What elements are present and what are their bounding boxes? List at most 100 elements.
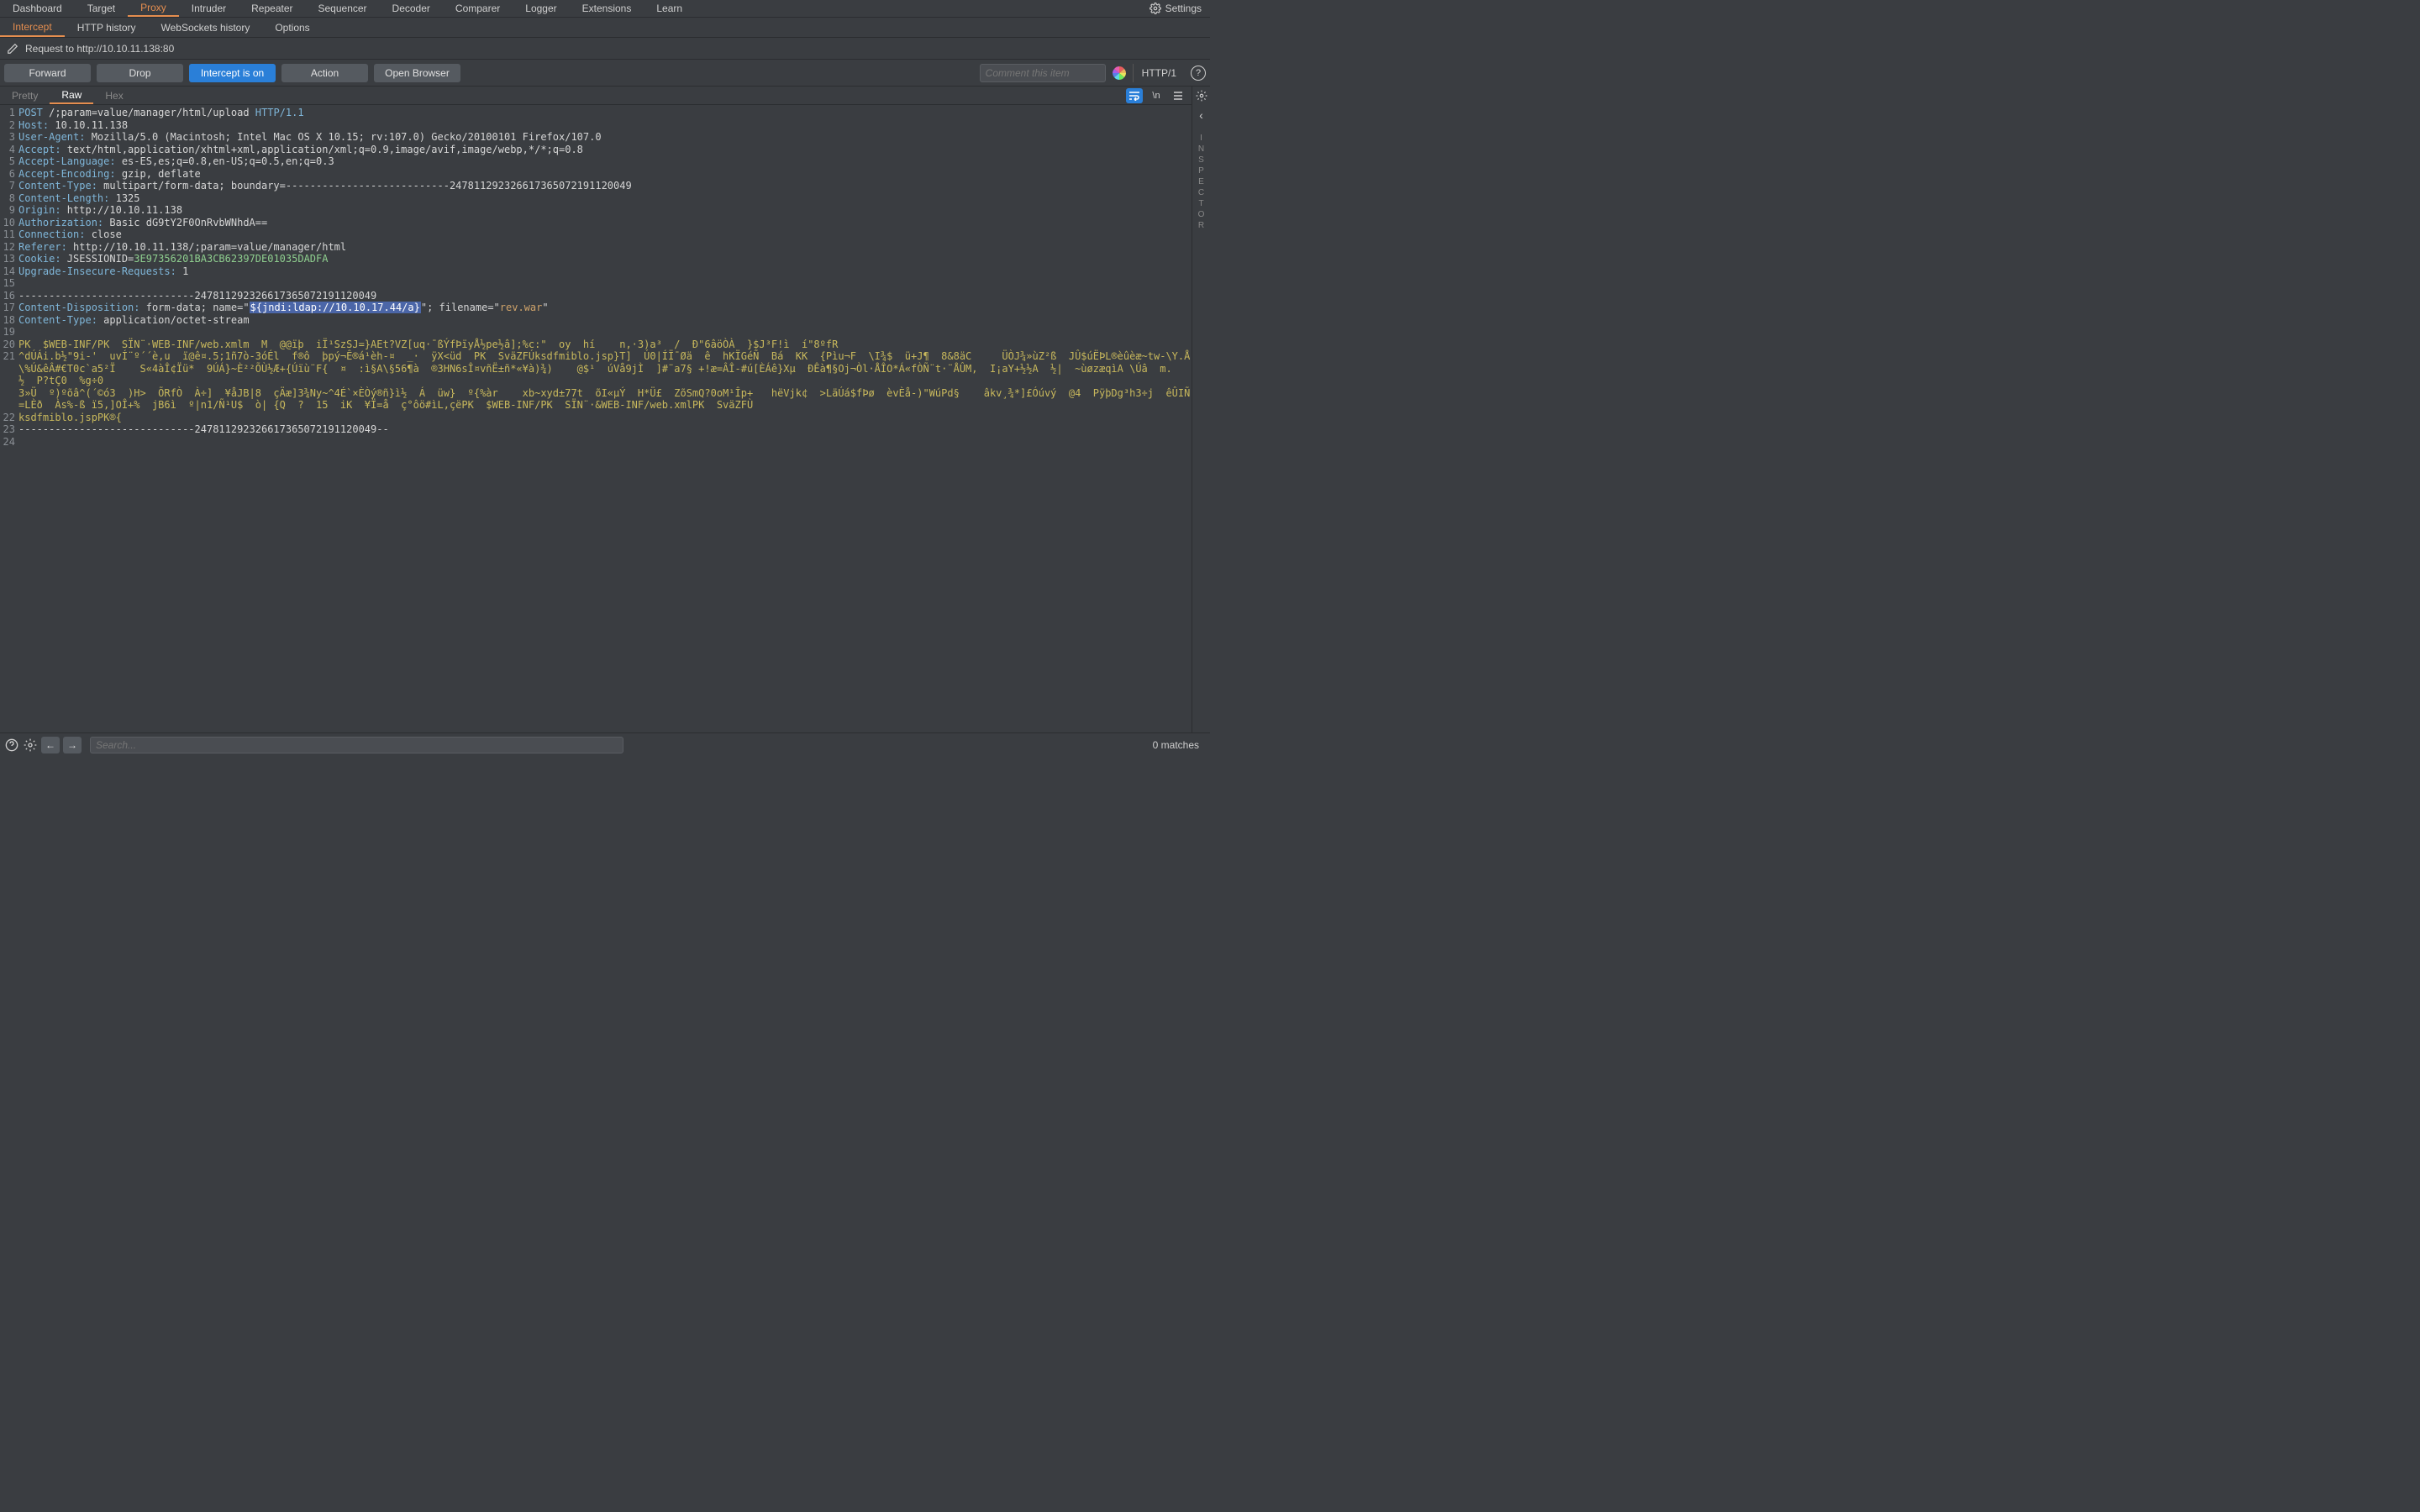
- code-line[interactable]: 7Content-Type: multipart/form-data; boun…: [0, 180, 1192, 192]
- search-input[interactable]: [90, 737, 623, 753]
- comment-input[interactable]: [980, 64, 1106, 82]
- code-line[interactable]: 24: [0, 436, 1192, 449]
- line-content: Connection: close: [18, 228, 1192, 241]
- code-line[interactable]: 6Accept-Encoding: gzip, deflate: [0, 168, 1192, 181]
- main-tab-logger[interactable]: Logger: [513, 0, 569, 17]
- main-tab-decoder[interactable]: Decoder: [380, 0, 443, 17]
- inspector-settings-icon[interactable]: [1196, 90, 1207, 102]
- settings-gear-icon[interactable]: [23, 738, 38, 753]
- main-tab-dashboard[interactable]: Dashboard: [0, 0, 75, 17]
- help-button[interactable]: ?: [1191, 66, 1206, 81]
- code-line[interactable]: 1POST /;param=value/manager/html/upload …: [0, 107, 1192, 119]
- editor-tab-raw[interactable]: Raw: [50, 87, 93, 104]
- code-line[interactable]: 8Content-Length: 1325: [0, 192, 1192, 205]
- code-line[interactable]: 5Accept-Language: es-ES,es;q=0.8,en-US;q…: [0, 155, 1192, 168]
- forward-button[interactable]: Forward: [4, 64, 91, 82]
- code-line[interactable]: 17Content-Disposition: form-data; name="…: [0, 302, 1192, 314]
- bottom-bar: ← → 0 matches: [0, 732, 1210, 756]
- main-tab-repeater[interactable]: Repeater: [239, 0, 305, 17]
- hamburger-menu-icon[interactable]: [1170, 88, 1186, 103]
- settings-button[interactable]: Settings: [1141, 0, 1210, 17]
- line-number: 1: [0, 107, 18, 119]
- line-content: 3»Ü º)ºõâ^(´©ó3 )H> ÕRfÒ À÷] ¥åJB|8 çÄæ]…: [18, 387, 1192, 412]
- code-line[interactable]: 21^dÚÁi.b½"9i-' uvÍ¨º´´è,u ï@ê¤.5;1ñ7ò-3…: [0, 350, 1192, 387]
- code-line[interactable]: 15: [0, 277, 1192, 290]
- sub-tab-websockets-history[interactable]: WebSockets history: [149, 18, 263, 37]
- intercept-toolbar: Forward Drop Intercept is on Action Open…: [0, 60, 1210, 87]
- request-target-label: Request to http://10.10.11.138:80: [25, 43, 174, 55]
- code-line[interactable]: 2Host: 10.10.11.138: [0, 119, 1192, 132]
- settings-label: Settings: [1165, 3, 1202, 14]
- code-line[interactable]: 12Referer: http://10.10.11.138/;param=va…: [0, 241, 1192, 254]
- main-tab-target[interactable]: Target: [75, 0, 128, 17]
- search-next-button[interactable]: →: [63, 737, 82, 753]
- main-tab-sequencer[interactable]: Sequencer: [306, 0, 380, 17]
- code-line[interactable]: 20PK $WEB-INF/PK SÏN¨·WEB-INF/web.xmlm M…: [0, 339, 1192, 351]
- code-line[interactable]: 16-----------------------------247811292…: [0, 290, 1192, 302]
- inspector-sidebar: ‹ INSPECTOR: [1192, 87, 1210, 732]
- editor-tab-hex[interactable]: Hex: [93, 87, 134, 104]
- line-number: 7: [0, 180, 18, 192]
- match-count-label: 0 matches: [1153, 739, 1206, 751]
- line-number: 13: [0, 253, 18, 265]
- wrap-toggle-icon[interactable]: [1126, 88, 1143, 103]
- main-tab-proxy[interactable]: Proxy: [128, 0, 179, 17]
- line-content: PK $WEB-INF/PK SÏN¨·WEB-INF/web.xmlm M @…: [18, 339, 1192, 351]
- code-line[interactable]: 3User-Agent: Mozilla/5.0 (Macintosh; Int…: [0, 131, 1192, 144]
- line-content: Origin: http://10.10.11.138: [18, 204, 1192, 217]
- code-line[interactable]: 23-----------------------------247811292…: [0, 423, 1192, 436]
- code-line[interactable]: 3»Ü º)ºõâ^(´©ó3 )H> ÕRfÒ À÷] ¥åJB|8 çÄæ]…: [0, 387, 1192, 412]
- line-content: [18, 436, 1192, 449]
- code-line[interactable]: 4Accept: text/html,application/xhtml+xml…: [0, 144, 1192, 156]
- code-line[interactable]: 10Authorization: Basic dG9tY2F0OnRvbWNhd…: [0, 217, 1192, 229]
- main-tab-learn[interactable]: Learn: [644, 0, 695, 17]
- code-line[interactable]: 11Connection: close: [0, 228, 1192, 241]
- main-tab-comparer[interactable]: Comparer: [443, 0, 513, 17]
- line-content: [18, 277, 1192, 290]
- code-line[interactable]: 13Cookie: JSESSIONID=3E97356201BA3CB6239…: [0, 253, 1192, 265]
- line-content: ^dÚÁi.b½"9i-' uvÍ¨º´´è,u ï@ê¤.5;1ñ7ò-3óÉ…: [18, 350, 1192, 387]
- inspector-expand-icon[interactable]: ‹: [1199, 108, 1203, 122]
- line-number: [0, 387, 18, 412]
- open-browser-button[interactable]: Open Browser: [374, 64, 460, 82]
- line-content: User-Agent: Mozilla/5.0 (Macintosh; Inte…: [18, 131, 1192, 144]
- line-number: 6: [0, 168, 18, 181]
- line-number: 3: [0, 131, 18, 144]
- line-content: Host: 10.10.11.138: [18, 119, 1192, 132]
- sub-tab-intercept[interactable]: Intercept: [0, 18, 65, 37]
- line-number: 24: [0, 436, 18, 449]
- code-line[interactable]: 9Origin: http://10.10.11.138: [0, 204, 1192, 217]
- code-line[interactable]: 18Content-Type: application/octet-stream: [0, 314, 1192, 327]
- main-tabs: DashboardTargetProxyIntruderRepeaterSequ…: [0, 0, 1210, 18]
- line-content: ksdfmiblo.jspPK®{: [18, 412, 1192, 424]
- search-prev-button[interactable]: ←: [41, 737, 60, 753]
- line-content: Content-Length: 1325: [18, 192, 1192, 205]
- line-number: 11: [0, 228, 18, 241]
- intercept-toggle-button[interactable]: Intercept is on: [189, 64, 276, 82]
- line-content: -----------------------------24781129232…: [18, 290, 1192, 302]
- help-icon[interactable]: [4, 738, 19, 753]
- action-button[interactable]: Action: [281, 64, 368, 82]
- main-tab-intruder[interactable]: Intruder: [179, 0, 239, 17]
- code-line[interactable]: 14Upgrade-Insecure-Requests: 1: [0, 265, 1192, 278]
- code-line[interactable]: 22ksdfmiblo.jspPK®{: [0, 412, 1192, 424]
- editor-view-tabs: PrettyRawHex \n: [0, 87, 1192, 105]
- line-content: Accept-Language: es-ES,es;q=0.8,en-US;q=…: [18, 155, 1192, 168]
- code-line[interactable]: 19: [0, 326, 1192, 339]
- drop-button[interactable]: Drop: [97, 64, 183, 82]
- line-number: 17: [0, 302, 18, 314]
- main-tab-extensions[interactable]: Extensions: [570, 0, 644, 17]
- line-content: Cookie: JSESSIONID=3E97356201BA3CB62397D…: [18, 253, 1192, 265]
- sub-tab-http-history[interactable]: HTTP history: [65, 18, 149, 37]
- show-newlines-toggle[interactable]: \n: [1148, 88, 1165, 103]
- highlight-color-picker[interactable]: [1112, 66, 1127, 81]
- editor-tab-pretty[interactable]: Pretty: [0, 87, 50, 104]
- sub-tab-options[interactable]: Options: [262, 18, 322, 37]
- line-number: 19: [0, 326, 18, 339]
- line-number: 2: [0, 119, 18, 132]
- line-number: 18: [0, 314, 18, 327]
- gear-icon: [1150, 3, 1161, 14]
- http-version-label[interactable]: HTTP/1: [1133, 64, 1185, 82]
- line-content: Upgrade-Insecure-Requests: 1: [18, 265, 1192, 278]
- request-editor[interactable]: 1POST /;param=value/manager/html/upload …: [0, 105, 1192, 732]
